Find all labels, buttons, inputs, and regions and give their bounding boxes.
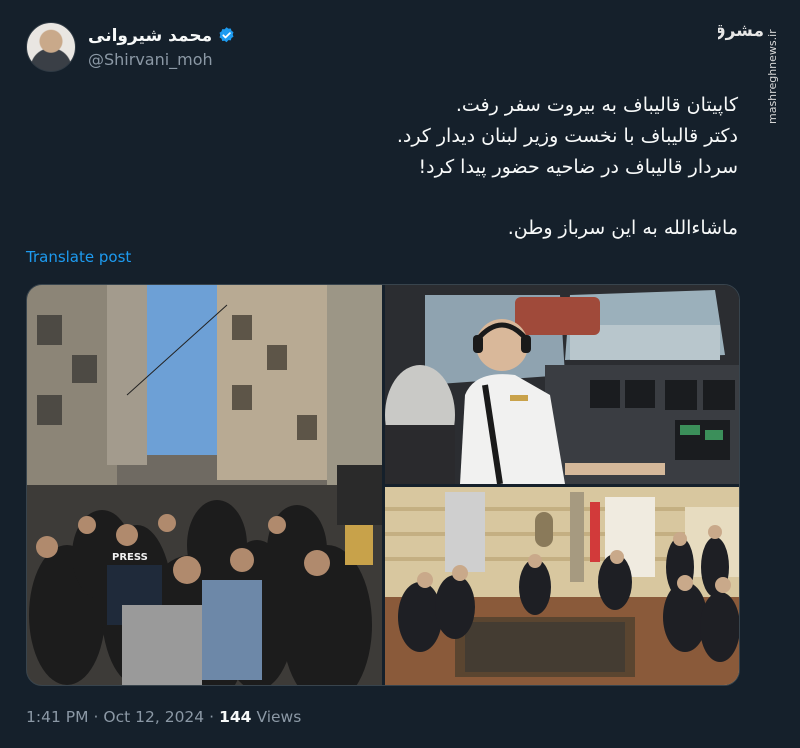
meeting-photo (385, 487, 739, 685)
watermark-site-text: mashreghnews.ir (766, 29, 779, 124)
crowd-photo: PRESS (27, 285, 382, 685)
views-label: Views (256, 708, 302, 726)
avatar[interactable] (26, 22, 76, 72)
author-names: محمد شیروانی @Shirvani_moh (88, 26, 236, 69)
tweet-line-3: سردار قالیباف در ضاحیه حضور پیدا کرد! (418, 156, 738, 178)
watermark-logo-text: مشرق (718, 21, 764, 41)
meta-separator: · (209, 708, 215, 726)
translate-post-link[interactable]: Translate post (26, 248, 131, 266)
tweet-header: محمد شیروانی @Shirvani_moh (26, 22, 236, 72)
post-date[interactable]: Oct 12, 2024 (103, 708, 204, 726)
media-image-meeting[interactable] (385, 487, 739, 685)
post-time[interactable]: 1:41 PM (26, 708, 88, 726)
tweet-text: کاپیتان قالیباف به بیروت سفر رفت. دکتر ق… (138, 90, 738, 244)
name-row: محمد شیروانی (88, 26, 236, 46)
tweet-line-1: کاپیتان قالیباف به بیروت سفر رفت. (455, 94, 738, 116)
verified-badge-icon (219, 27, 234, 43)
cockpit-photo (385, 285, 739, 484)
press-vest-text: PRESS (112, 552, 148, 563)
mashregh-logo-icon: مشرق (718, 21, 764, 41)
tweet-line-4: ماشاءالله به این سرباز وطن. (507, 217, 738, 239)
tweet-meta: 1:41 PM · Oct 12, 2024 · 144 Views (26, 708, 301, 726)
tweet-line-2: دکتر قالیباف با نخست وزیر لبنان دیدار کر… (396, 125, 738, 147)
media-image-cockpit[interactable] (385, 285, 739, 484)
views-count: 144 (219, 708, 252, 726)
display-name[interactable]: محمد شیروانی (88, 26, 212, 46)
media-image-crowd[interactable]: PRESS (27, 285, 382, 685)
meta-separator: · (93, 708, 99, 726)
handle[interactable]: @Shirvani_moh (88, 50, 236, 69)
media-grid: PRESS (26, 284, 740, 686)
